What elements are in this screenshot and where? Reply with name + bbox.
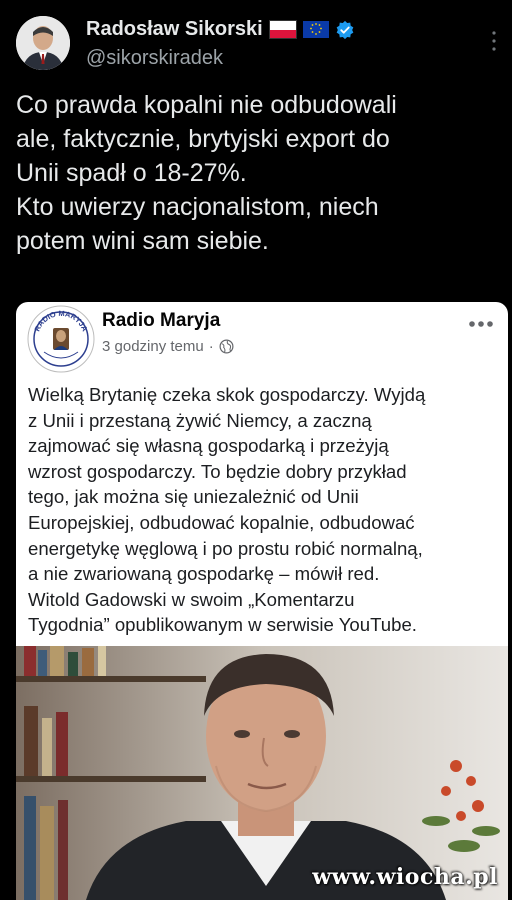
author-handle[interactable]: @sikorskiradek: [86, 47, 223, 70]
page-name[interactable]: Radio Maryja: [102, 310, 220, 332]
tweet-text-line: ale, faktycznie, brytyjski export do: [16, 125, 390, 153]
embedded-post-image[interactable]: RADIO MARYJA Radio Maryja 3 godziny temu…: [16, 302, 508, 900]
poland-flag-icon: [268, 20, 297, 39]
tweet-text: Co prawda kopalni nie odbudowali ale, fa…: [16, 88, 496, 258]
watermark: www.wiocha.pl: [312, 864, 498, 890]
post-text-line: Europejskiej, odbudować kopalnie, odbudo…: [28, 511, 415, 533]
post-header: RADIO MARYJA Radio Maryja 3 godziny temu…: [16, 302, 508, 376]
post-photo[interactable]: [16, 646, 508, 900]
post-text-line: Tygodnia” opublikowanym w serwisie YouTu…: [28, 614, 417, 636]
radio-maryja-logo[interactable]: RADIO MARYJA: [26, 304, 96, 374]
post-text: Wielką Brytanię czeka skok gospodarczy. …: [28, 382, 502, 638]
author-name[interactable]: Radosław Sikorski: [86, 18, 263, 41]
meta-separator: ·: [208, 338, 214, 355]
tweet-text-line: Kto uwierzy nacjonalistom, niech: [16, 193, 379, 221]
tweet-header: Radosław Sikorski @sikorskiradek: [16, 12, 496, 76]
post-text-line: z Unii i przestaną żywić Niemcy, a zaczn…: [28, 409, 372, 431]
globe-icon: [219, 339, 234, 354]
more-options-icon[interactable]: [492, 30, 496, 52]
post-text-line: Witold Gadowski w swoim „Komentarzu: [28, 588, 355, 610]
post-text-line: Wielką Brytanię czeka skok gospodarczy. …: [28, 384, 426, 405]
author-name-row: Radosław Sikorski: [86, 18, 355, 41]
post-text-line: zajmować się własną gospodarką i przeżyj…: [28, 435, 389, 457]
post-text-line: energetykę węglową i po prostu robić nor…: [28, 537, 423, 559]
post-more-options-icon[interactable]: [468, 320, 494, 328]
tweet-text-line: potem wini sam siebie.: [16, 227, 269, 255]
post-text-line: a nie zwariowaną gospodarkę – mówił red.: [28, 563, 380, 585]
author-avatar[interactable]: [16, 16, 70, 70]
tweet-text-line: Unii spadł o 18-27%.: [16, 159, 247, 187]
post-time[interactable]: 3 godziny temu: [102, 338, 204, 355]
post-text-line: tego, jak można się uniezależnić od Unii: [28, 486, 359, 508]
post-text-line: wzrost gospodarczy. To będzie dobry przy…: [28, 460, 407, 482]
post-meta: 3 godziny temu ·: [102, 338, 234, 355]
eu-flag-icon: [302, 21, 329, 38]
verified-badge-icon: [336, 20, 354, 39]
tweet-text-line: Co prawda kopalni nie odbudowali: [16, 91, 397, 119]
